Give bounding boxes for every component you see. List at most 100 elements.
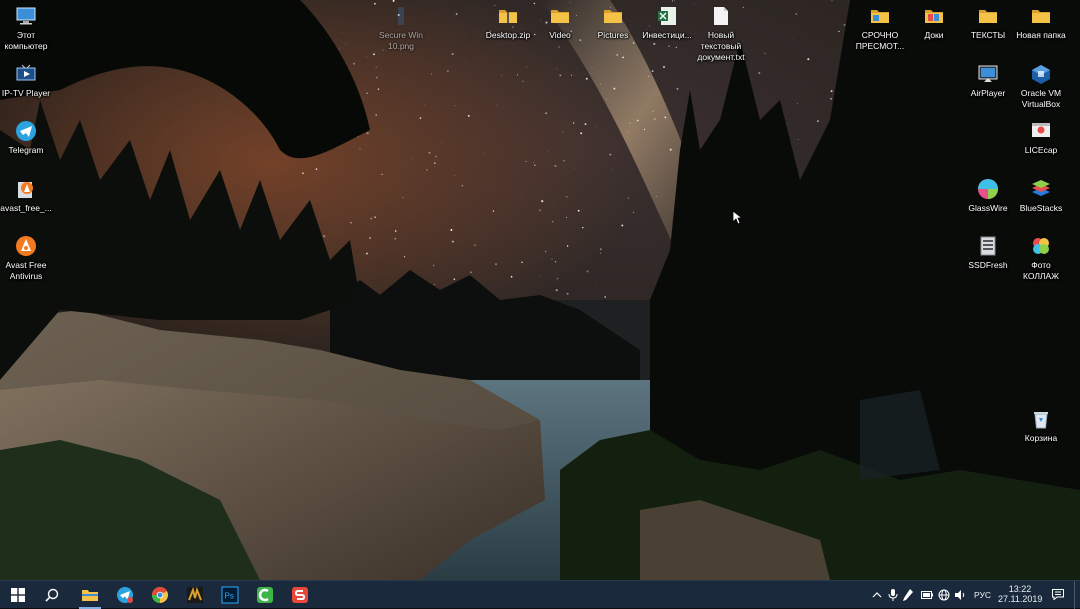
desktop-icon-label: Avast Free Antivirus [0,260,53,282]
desktop-icon[interactable]: IP-TV Player [0,63,53,99]
desktop-icon[interactable]: BlueStacks [1014,178,1068,214]
folder-icon [602,5,624,27]
folder-icon [977,5,999,27]
recycle-bin-icon [1030,408,1052,430]
snagit-icon [291,586,309,604]
microphone-icon[interactable] [888,589,898,601]
wallpaper [0,0,1080,580]
desktop-icon[interactable]: Фото КОЛЛАЖ [1014,235,1068,282]
desktop-icon-label: Доки [907,30,961,41]
desktop-icon[interactable]: SSDFresh [961,235,1015,271]
desktop-icon[interactable]: Oracle VM VirtualBox [1014,63,1068,110]
docs-folder-icon [923,5,945,27]
pen-icon[interactable] [903,589,913,601]
desktop-icon-label: Инвестици... [640,30,694,41]
folder-icon [549,5,571,27]
desktop-icon[interactable]: Инвестици... [640,5,694,41]
winamp-icon [186,586,204,604]
desktop-icon[interactable]: Secure Win 10.png [374,5,428,52]
desktop-icon[interactable]: AirPlayer [961,63,1015,99]
desktop-icon[interactable]: ТЕКСТЫ [961,5,1015,41]
desktop-icon-label: Этот компьютер [0,30,53,52]
desktop-icon[interactable]: СРОЧНО ПРЕСМОТ... [853,5,907,52]
telegram-icon [15,120,37,142]
desktop-icon[interactable]: Новый текстовый документ.txt [694,5,748,63]
desktop-icon-label: Video [533,30,587,41]
desktop-icon[interactable]: Video [533,5,587,41]
volume-icon[interactable] [954,589,966,601]
excel-icon [656,5,678,27]
desktop-icon-label: avast_free_... [0,203,53,214]
text-file-icon [710,5,732,27]
photoshop-icon: Ps [221,586,239,604]
network-globe-icon[interactable] [938,589,950,601]
desktop-icon-label: Фото КОЛЛАЖ [1014,260,1068,282]
desktop-icon[interactable]: Этот компьютер [0,5,53,52]
svg-text:Ps: Ps [225,592,234,601]
bluestacks-icon [1030,178,1052,200]
system-tray [866,581,956,609]
taskbar-button-snagit[interactable] [285,581,315,609]
windows-logo-icon [11,588,25,602]
computer-icon [15,5,37,27]
desktop-icon-label: Desktop.zip [481,30,535,41]
chrome-icon [151,586,169,604]
desktop[interactable]: Этот компьютер IP-TV Player Telegram avast_… [0,0,1080,580]
desktop-icon[interactable]: Desktop.zip [481,5,535,41]
taskbar-button-photoshop[interactable]: Ps [215,581,245,609]
clock-date: 27.11.2019 [998,594,1042,605]
photo-collage-icon [1030,235,1052,257]
desktop-icon-label: IP-TV Player [0,88,53,99]
start-button[interactable] [0,581,36,609]
clock[interactable]: 13:22 27.11.2019 [998,581,1042,609]
notification-icon [1052,589,1064,600]
virtualbox-icon [1030,63,1052,85]
search-button[interactable] [36,581,68,609]
clock-time: 13:22 [998,584,1042,594]
desktop-icon-label: LICEcap [1014,145,1068,156]
desktop-icon-label: Oracle VM VirtualBox [1014,88,1068,110]
airplayer-icon [977,63,999,85]
licecap-icon [1030,120,1052,142]
folder-icon [1030,5,1052,27]
avast-icon [15,235,37,257]
urgent-folder-icon [869,5,891,27]
taskbar-button-file-explorer[interactable] [75,581,105,609]
taskbar-button-chrome[interactable] [145,581,175,609]
desktop-icon[interactable]: Доки [907,5,961,41]
desktop-icon[interactable]: LICEcap [1014,120,1068,156]
desktop-icon[interactable]: Telegram [0,120,53,156]
taskbar: Ps РУС 13:22 27.11.2019 [0,580,1080,608]
input-language[interactable]: РУС [974,590,991,600]
ssdfresh-icon [977,235,999,257]
avast-installer-icon [15,178,37,200]
taskbar-button-telegram[interactable] [110,581,140,609]
desktop-icon[interactable]: Корзина [1014,408,1068,444]
desktop-icon-label: ТЕКСТЫ [961,30,1015,41]
desktop-icon-label: Telegram [0,145,53,156]
zip-folder-icon [497,5,519,27]
show-desktop-button[interactable] [1074,581,1080,609]
desktop-icon[interactable]: Новая папка [1014,5,1068,41]
desktop-icon[interactable]: avast_free_... [0,178,53,214]
battery-icon[interactable] [921,591,933,599]
taskbar-button-winamp[interactable] [180,581,210,609]
desktop-icon-label: SSDFresh [961,260,1015,271]
glasswire-icon [977,178,999,200]
desktop-icon[interactable]: Pictures [586,5,640,41]
telegram-icon [116,586,134,604]
show-hidden-icons-chevron-icon[interactable] [872,590,882,600]
action-center-button[interactable] [1046,581,1070,609]
camtasia-icon [256,586,274,604]
png-file-icon [390,5,412,27]
taskbar-button-camtasia[interactable] [250,581,280,609]
desktop-icon[interactable]: Avast Free Antivirus [0,235,53,282]
desktop-icon-label: Новый текстовый документ.txt [694,30,748,63]
desktop-icon-label: Корзина [1014,433,1068,444]
desktop-icon-label: Secure Win 10.png [374,30,428,52]
desktop-icon[interactable]: GlassWire [961,178,1015,214]
iptv-icon [15,63,37,85]
desktop-icon-label: СРОЧНО ПРЕСМОТ... [853,30,907,52]
desktop-icon-label: GlassWire [961,203,1015,214]
desktop-icon-label: BlueStacks [1014,203,1068,214]
